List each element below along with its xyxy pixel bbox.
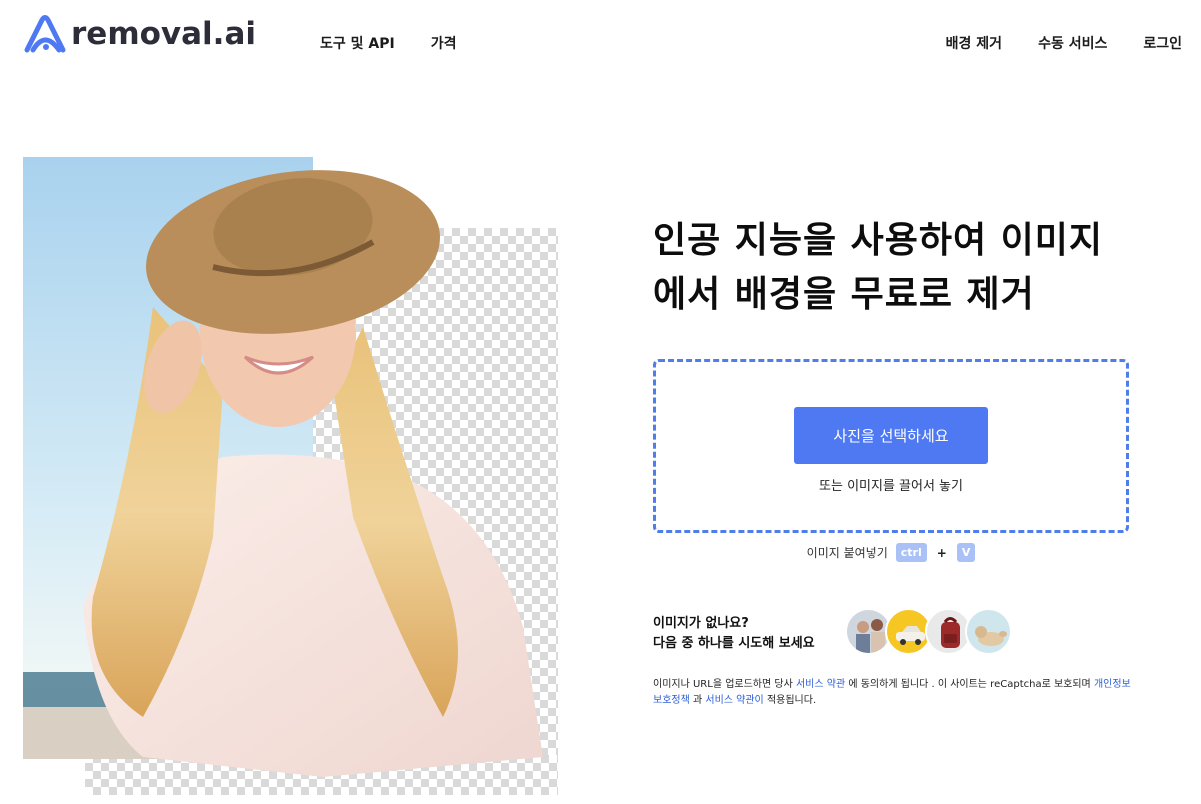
nav-remove-background[interactable]: 배경 제거 bbox=[946, 33, 1002, 53]
paste-label: 이미지 붙여넣기 bbox=[806, 546, 888, 560]
terms-of-service-link[interactable]: 서비스 약관 bbox=[796, 679, 845, 690]
nav-login[interactable]: 로그인 bbox=[1143, 33, 1182, 53]
sample-prompt-line2: 다음 중 하나를 시도해 보세요 bbox=[653, 636, 815, 651]
plus-sign: + bbox=[936, 545, 947, 560]
ctrl-key-badge: ctrl bbox=[895, 543, 927, 562]
dog-photo-icon[interactable] bbox=[965, 608, 1012, 655]
sample-prompt: 이미지가 없나요? 다음 중 하나를 시도해 보세요 bbox=[653, 614, 815, 654]
nav-tools-api[interactable]: 도구 및 API bbox=[320, 33, 395, 53]
sample-images bbox=[845, 608, 1015, 658]
paste-shortcut-row: 이미지 붙여넣기 ctrl + V bbox=[653, 543, 1129, 562]
drag-drop-hint: 또는 이미지를 끌어서 놓기 bbox=[819, 479, 963, 494]
logo-text: removal.ai bbox=[71, 16, 256, 52]
secondary-nav: 배경 제거 수동 서비스 로그인 bbox=[946, 33, 1182, 53]
sample-prompt-line1: 이미지가 없나요? bbox=[653, 616, 749, 631]
legal-text-3: 과 bbox=[689, 695, 706, 706]
woman-cutout-illustration bbox=[83, 170, 543, 777]
site-header: removal.ai 도구 및 API 가격 배경 제거 수동 서비스 로그인 bbox=[0, 0, 1201, 84]
logo-icon bbox=[24, 15, 66, 53]
legal-text-2: 에 동의하게 됩니다 . 이 사이트는 reCaptcha로 보호되며 bbox=[845, 679, 1094, 690]
v-key-badge: V bbox=[956, 543, 976, 562]
primary-nav: 도구 및 API 가격 bbox=[320, 33, 456, 53]
hero-title: 인공 지능을 사용하여 이미지에서 배경을 무료로 제거 bbox=[653, 220, 1104, 315]
dog-photo-thumbnail bbox=[975, 626, 1007, 646]
terms-of-service-link-2[interactable]: 서비스 약관이 bbox=[705, 695, 763, 706]
nav-manual-service[interactable]: 수동 서비스 bbox=[1038, 33, 1107, 53]
image-dropzone[interactable]: 사진을 선택하세요 또는 이미지를 끌어서 놓기 bbox=[653, 359, 1129, 533]
site-logo[interactable]: removal.ai bbox=[23, 14, 256, 54]
nav-pricing[interactable]: 가격 bbox=[431, 33, 457, 53]
legal-text-1: 이미지나 URL을 업로드하면 당사 bbox=[653, 679, 796, 690]
select-photo-button[interactable]: 사진을 선택하세요 bbox=[794, 407, 988, 464]
legal-text-4: 적용됩니다. bbox=[763, 695, 817, 706]
legal-notice: 이미지나 URL을 업로드하면 당사 서비스 약관 에 동의하게 됩니다 . 이… bbox=[653, 677, 1133, 709]
